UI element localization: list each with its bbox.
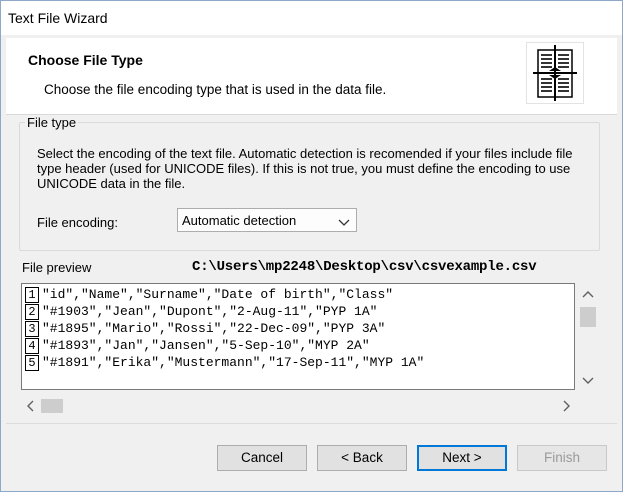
next-button[interactable]: Next > — [417, 445, 507, 471]
file-path: C:\Users\mp2248\Desktop\csv\csvexample.c… — [192, 259, 537, 275]
row-text: "#1895","Mario","Rossi","22-Dec-09","PYP… — [42, 321, 386, 336]
vertical-scroll-thumb[interactable] — [580, 307, 596, 327]
footer-divider — [6, 423, 617, 424]
cancel-button[interactable]: Cancel — [217, 445, 307, 471]
finish-button[interactable]: Finish — [517, 445, 607, 471]
file-preview-label: File preview — [22, 260, 92, 275]
file-encoding-label: File encoding: — [37, 215, 118, 230]
row-number: 4 — [25, 338, 39, 354]
row-text: "#1903","Jean","Dupont","2-Aug-11","PYP … — [42, 304, 378, 319]
row-number: 5 — [25, 355, 39, 371]
preview-row: 5 "#1891","Erika","Mustermann","17-Sep-11… — [25, 355, 424, 372]
file-encoding-dropdown[interactable]: Automatic detection — [177, 208, 357, 232]
preview-row: 2 "#1903","Jean","Dupont","2-Aug-11","PYP… — [25, 304, 377, 321]
row-text: "id","Name","Surname","Date of birth","C… — [42, 287, 394, 302]
row-number: 3 — [25, 321, 39, 337]
scroll-down-icon[interactable] — [576, 370, 600, 390]
scroll-up-icon[interactable] — [576, 285, 600, 305]
window-title: Text File Wizard — [8, 10, 108, 26]
chevron-down-icon — [338, 215, 350, 226]
preview-row: 4 "#1893","Jan","Jansen","5-Sep-10","MYP … — [25, 338, 370, 355]
horizontal-scrollbar[interactable] — [21, 395, 578, 417]
row-number: 1 — [25, 287, 39, 303]
file-encoding-value: Automatic detection — [182, 213, 297, 228]
row-number: 2 — [25, 304, 39, 320]
horizontal-scroll-thumb[interactable] — [41, 399, 63, 413]
row-text: "#1893","Jan","Jansen","5-Sep-10","MYP 2… — [42, 338, 370, 353]
title-bar[interactable]: Text File Wizard — [1, 1, 622, 35]
vertical-scrollbar[interactable] — [576, 283, 600, 390]
preview-row: 3 "#1895","Mario","Rossi","22-Dec-09","PY… — [25, 321, 385, 338]
file-preview-box[interactable]: 1 "id","Name","Surname","Date of birth","… — [21, 283, 575, 390]
columns-wizard-icon — [526, 42, 584, 104]
preview-row: 1 "id","Name","Surname","Date of birth","… — [25, 287, 393, 304]
wizard-header: Choose File Type Choose the file encodin… — [6, 38, 617, 115]
scroll-right-icon[interactable] — [556, 395, 576, 417]
back-button[interactable]: < Back — [317, 445, 407, 471]
page-title: Choose File Type — [28, 52, 143, 68]
row-text: "#1891","Erika","Mustermann","17-Sep-11"… — [42, 355, 425, 370]
page-subtitle: Choose the file encoding type that is us… — [44, 82, 387, 97]
text-file-wizard-window: Text File Wizard Choose File Type Choose… — [0, 0, 623, 492]
file-type-description: Select the encoding of the text file. Au… — [37, 146, 573, 191]
scroll-left-icon[interactable] — [21, 395, 41, 417]
file-type-legend: File type — [25, 115, 79, 130]
